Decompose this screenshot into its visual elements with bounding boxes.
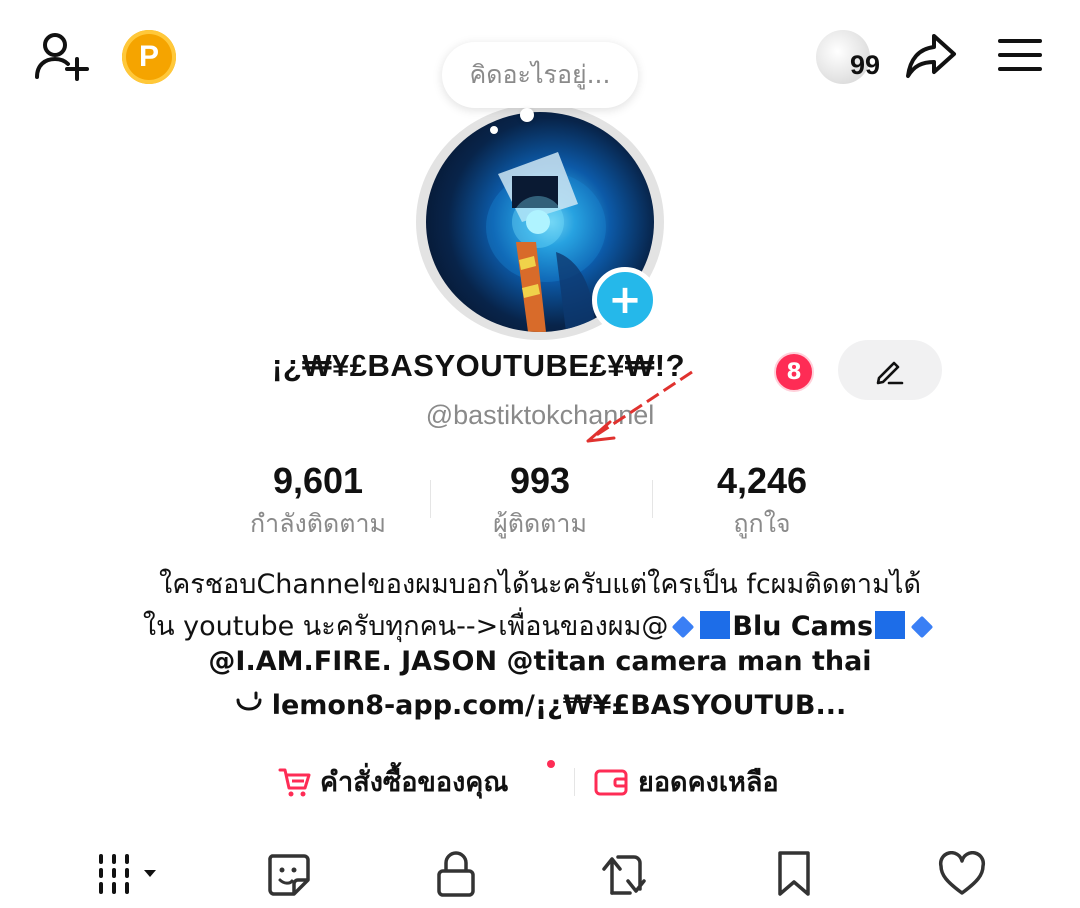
following-count: 9,601 (272, 460, 364, 501)
likes-count: 4,246 (716, 460, 808, 501)
wallet-icon (594, 769, 628, 795)
tab-liked[interactable] (932, 846, 992, 902)
balance-shortcut[interactable]: ยอดคงเหลือ (594, 760, 779, 803)
likes-label: ถูกใจ (733, 509, 791, 538)
grid-icon (99, 854, 156, 894)
add-friend-button[interactable] (30, 28, 92, 84)
following-label: กำลังติดตาม (250, 509, 386, 538)
share-button[interactable] (902, 30, 960, 82)
bio-text: ใน youtube นะครับทุกคน-->เพื่อนของผม@ (142, 611, 669, 642)
tab-private[interactable] (426, 846, 486, 902)
thought-bubble-tail (520, 108, 534, 122)
diamond-emoji-icon (910, 615, 934, 638)
orders-shortcut[interactable]: คำสั่งซื้อของคุณ (278, 760, 508, 803)
tab-reposts[interactable] (594, 846, 654, 902)
pencil-icon (876, 361, 904, 385)
edit-profile-button[interactable] (838, 340, 942, 400)
sticker-icon (268, 854, 310, 896)
heart-icon (938, 851, 986, 895)
plus-icon: + (608, 277, 642, 323)
bio-link[interactable]: lemon8-app.com/¡¿₩¥£BASYOUTUB... (40, 690, 1040, 721)
coin-icon: P (138, 40, 159, 73)
bio-link-text: lemon8-app.com/¡¿₩¥£BASYOUTUB... (271, 690, 847, 721)
bio-line: @I.AM.FIRE. JASON @titan camera man thai (208, 646, 872, 677)
lock-icon (437, 851, 475, 897)
coin-button[interactable]: P (122, 30, 176, 84)
thought-bubble[interactable]: คิดอะไรอยู่... (442, 42, 638, 108)
shortcut-divider (574, 768, 575, 796)
menu-button[interactable] (994, 32, 1046, 78)
bio-line: ใน youtube นะครับทุกคน-->เพื่อนของผม@ Blu… (40, 604, 1040, 647)
add-user-icon (35, 33, 89, 81)
followers-stat[interactable]: 993 ผู้ติดตาม (420, 460, 660, 544)
blue-square-emoji-icon (700, 611, 731, 639)
share-icon (906, 34, 956, 78)
tab-saved[interactable] (764, 846, 824, 902)
bio-mention[interactable]: Blu Cams (732, 611, 873, 642)
notification-count: 99 (850, 50, 881, 80)
following-stat[interactable]: 9,601 กำลังติดตาม (198, 460, 438, 544)
diamond-emoji-icon (672, 615, 695, 638)
orders-label: คำสั่งซื้อของคุณ (320, 767, 509, 798)
orders-notification-dot (547, 760, 555, 768)
balance-label: ยอดคงเหลือ (638, 767, 779, 798)
annotation-arrow (586, 370, 693, 443)
bookmark-icon (778, 851, 810, 896)
tab-stickers[interactable] (258, 846, 318, 902)
name-badge: 8 (774, 352, 814, 392)
thought-bubble-text: คิดอะไรอยู่... (469, 60, 611, 89)
followers-count: 993 (509, 460, 571, 501)
link-smile-icon (236, 691, 262, 711)
likes-stat[interactable]: 4,246 ถูกใจ (642, 460, 882, 544)
hamburger-menu-icon (998, 39, 1042, 71)
repost-icon (602, 855, 646, 895)
followers-label: ผู้ติดตาม (493, 509, 587, 538)
tab-videos[interactable] (94, 846, 164, 902)
cart-icon (278, 768, 311, 796)
username: @bastiktokchannel (425, 400, 655, 430)
blue-square-emoji-icon (875, 611, 906, 639)
add-story-button[interactable]: + (592, 267, 658, 333)
bio-line: ใครชอบChannelของผมบอกได้นะครับแต่ใครเป็น… (159, 569, 921, 600)
